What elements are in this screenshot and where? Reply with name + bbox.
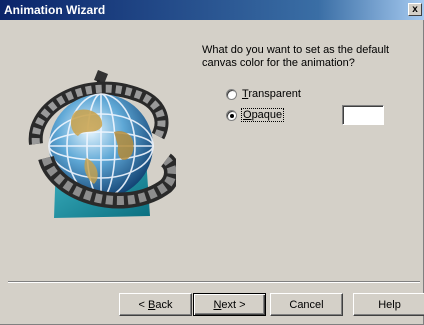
- opaque-label: Opaque: [240, 108, 285, 122]
- canvas-color-swatch[interactable]: [342, 105, 384, 125]
- option-transparent[interactable]: Transparent: [226, 86, 301, 102]
- globe-with-film-strip-icon: [28, 70, 176, 218]
- window-title: Animation Wizard: [4, 3, 106, 17]
- close-button[interactable]: x: [408, 3, 422, 16]
- option-opaque[interactable]: Opaque: [226, 107, 285, 123]
- back-button[interactable]: < Back: [119, 293, 192, 316]
- close-icon: x: [412, 4, 418, 15]
- canvas-color-question: What do you want to set as the default c…: [202, 44, 390, 69]
- transparent-radio[interactable]: [226, 88, 237, 100]
- button-separator: [8, 281, 420, 283]
- cancel-button[interactable]: Cancel: [270, 293, 343, 316]
- transparent-label: Transparent: [242, 88, 301, 100]
- animation-wizard-dialog: Animation Wizard x What do you want to s…: [0, 0, 424, 325]
- help-button[interactable]: Help: [353, 293, 424, 316]
- next-button[interactable]: Next >: [193, 293, 266, 316]
- title-bar: Animation Wizard x: [0, 0, 424, 20]
- opaque-radio[interactable]: [226, 109, 237, 121]
